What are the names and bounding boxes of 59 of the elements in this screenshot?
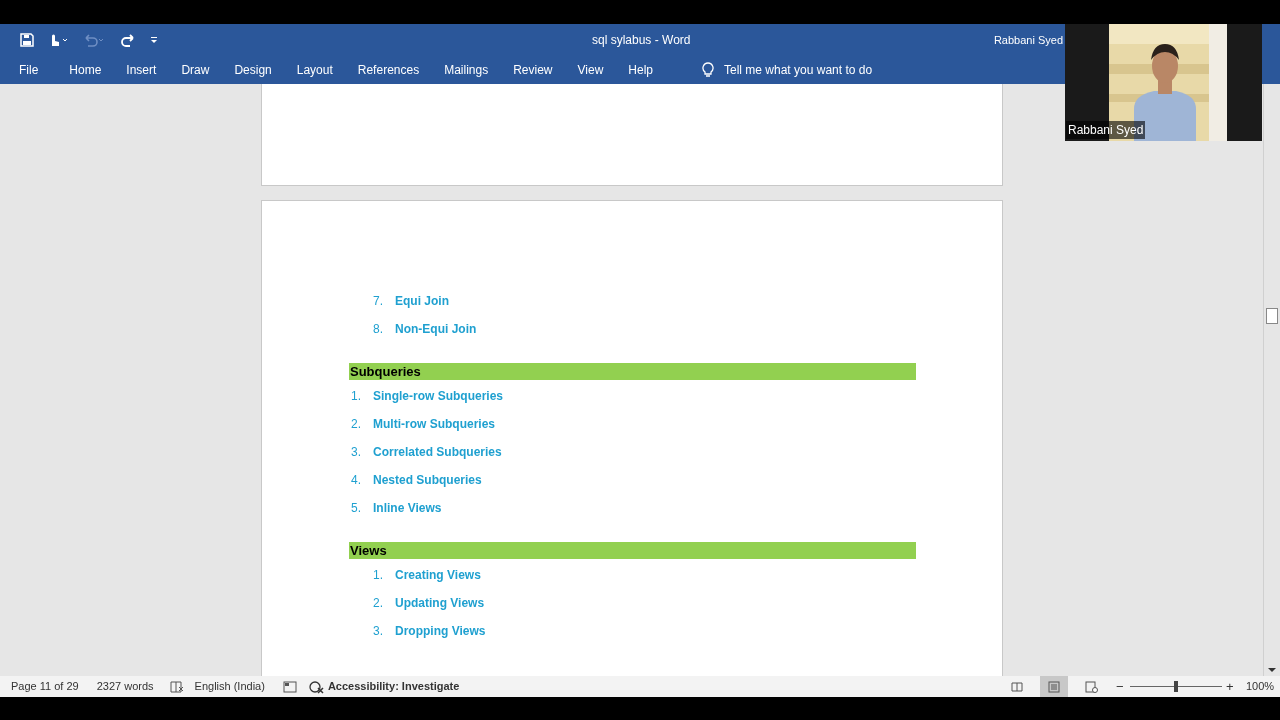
list-number: 7.	[373, 293, 384, 310]
list-item: Creating Views	[395, 567, 481, 584]
ribbon-tab[interactable]: Insert	[126, 61, 157, 79]
user-name[interactable]: Rabbani Syed	[993, 31, 1063, 49]
scrollbar[interactable]	[1263, 84, 1280, 676]
lightbulb-icon	[702, 62, 714, 78]
ribbon-tab[interactable]: Help	[628, 61, 653, 79]
zoom-level[interactable]: 100%	[1246, 678, 1275, 695]
list-item: Dropping Views	[395, 623, 486, 640]
ribbon-tab[interactable]: Layout	[296, 61, 333, 79]
section-heading: Subqueries	[349, 363, 916, 380]
list-number: 3.	[351, 444, 362, 461]
zoom-in-button[interactable]: +	[1226, 676, 1234, 697]
ribbon-tab[interactable]: Mailings	[444, 61, 489, 79]
list-number: 8.	[373, 321, 384, 338]
zoom-slider-thumb[interactable]	[1174, 681, 1178, 692]
list-item: Equi Join	[395, 293, 449, 310]
list-item: Correlated Subqueries	[373, 444, 502, 461]
section-heading: Views	[349, 542, 916, 559]
proofing-icon[interactable]	[169, 680, 184, 693]
list-item: Multi-row Subqueries	[373, 416, 495, 433]
participant-name: Rabbani Syed	[1066, 121, 1146, 139]
list-number: 2.	[351, 416, 362, 433]
list-number: 4.	[351, 472, 362, 489]
accessibility-icon[interactable]	[308, 679, 325, 694]
list-item: Non-Equi Join	[395, 321, 477, 338]
list-item: Inline Views	[373, 500, 442, 517]
file-tab[interactable]: File	[19, 61, 39, 79]
list-number: 1.	[351, 388, 362, 405]
list-item: Updating Views	[395, 595, 485, 612]
language-status[interactable]: English (India)	[194, 678, 265, 695]
ribbon-tab[interactable]: References	[357, 61, 420, 79]
ribbon-tab[interactable]: Home	[69, 61, 102, 79]
ribbon-tab[interactable]: Review	[513, 61, 553, 79]
list-number: 3.	[373, 623, 384, 640]
list-item: Nested Subqueries	[373, 472, 482, 489]
zoom-slider[interactable]	[1128, 681, 1224, 692]
macro-icon[interactable]	[282, 680, 297, 693]
window-title: sql sylabus - Word	[592, 32, 691, 49]
save-icon[interactable]	[20, 33, 34, 47]
scroll-thumb[interactable]	[1266, 308, 1278, 324]
tell-me-field[interactable]: Tell me what you want to do	[702, 61, 873, 79]
page-count[interactable]: Page 11 of 29	[11, 678, 79, 695]
list-number: 1.	[373, 567, 384, 584]
ribbon-tab[interactable]: Design	[234, 61, 272, 79]
book-icon	[1010, 679, 1024, 694]
page-icon	[1047, 679, 1061, 694]
accessibility-status[interactable]: Accessibility: Investigate	[327, 678, 460, 695]
ribbon-tab[interactable]: View	[577, 61, 604, 79]
list-number: 2.	[373, 595, 384, 612]
customize-icon[interactable]	[150, 35, 158, 45]
list-item: Single-row Subqueries	[373, 388, 504, 405]
ribbon-tab[interactable]: Draw	[181, 61, 210, 79]
word-count[interactable]: 2327 words	[96, 678, 154, 695]
scroll-down-icon[interactable]	[1267, 666, 1277, 674]
zoom-out-button[interactable]: −	[1116, 676, 1124, 697]
web-page-icon	[1084, 679, 1098, 694]
redo-icon[interactable]	[120, 33, 136, 47]
list-number: 5.	[351, 500, 362, 517]
